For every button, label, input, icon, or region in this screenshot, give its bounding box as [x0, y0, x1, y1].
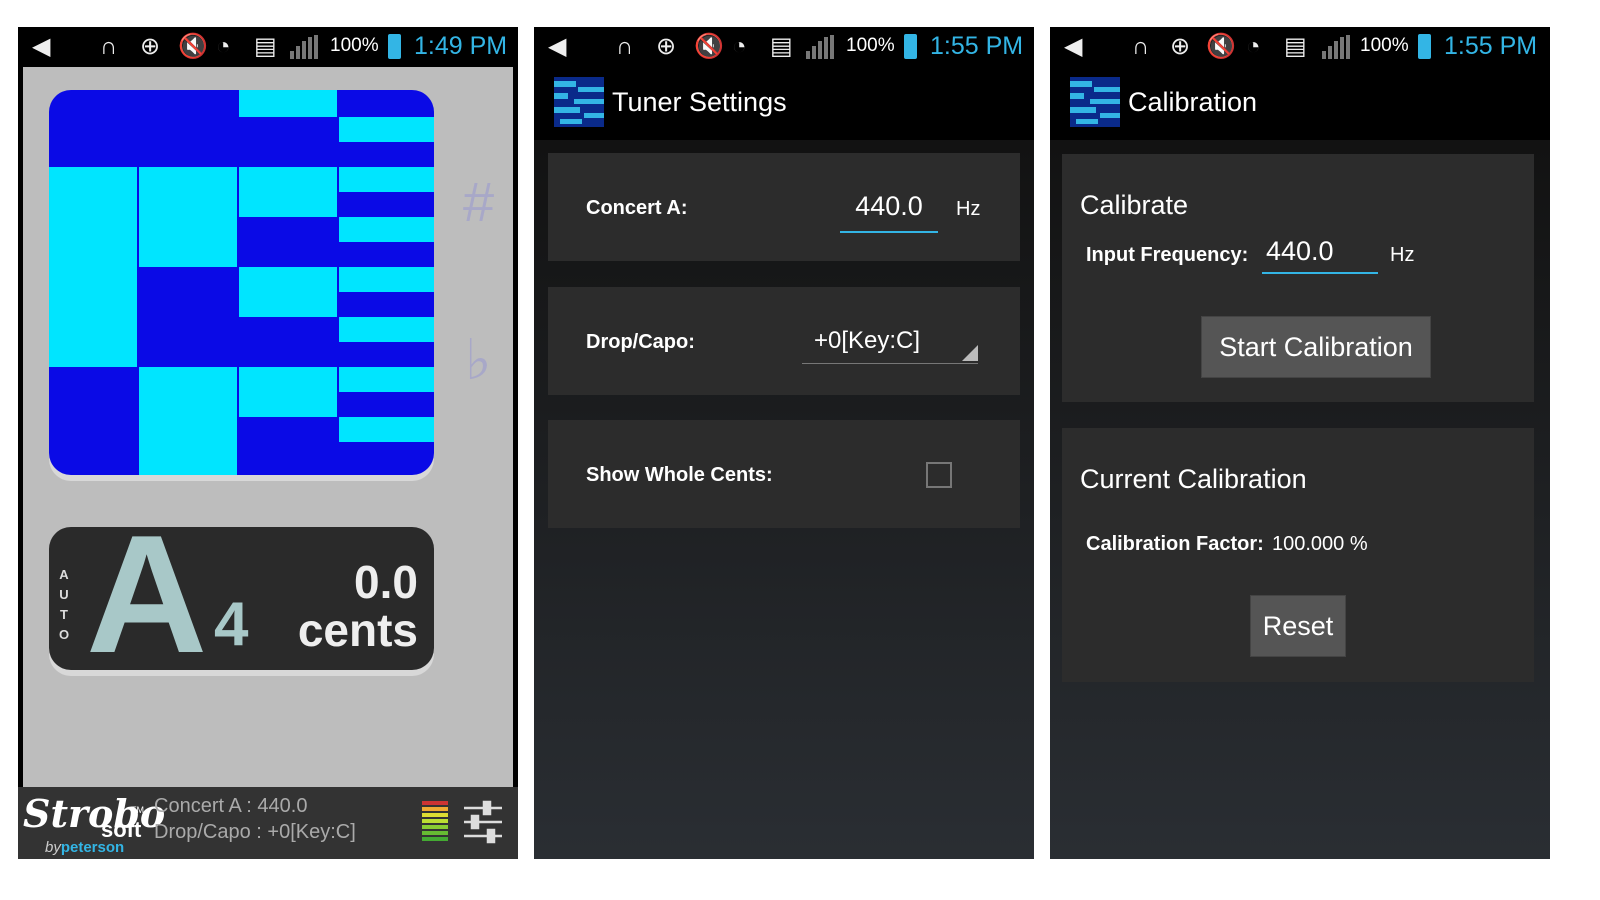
wifi-icon: ◔: [1246, 33, 1261, 60]
cents-value: 0.0: [354, 556, 418, 608]
tuner-settings-screen: ◀ ∩ ⊕ 🔇 ◔ ▤ 100% 1:55 PM Tuner Settings …: [534, 27, 1034, 859]
drop-capo-spinner[interactable]: +0[Key:C]: [802, 325, 978, 364]
input-level-meter: [422, 801, 448, 845]
start-calibration-button[interactable]: Start Calibration: [1201, 316, 1431, 378]
calibration-factor-label: Calibration Factor:: [1086, 533, 1264, 555]
note-octave: 4: [214, 590, 249, 659]
headphones-icon: ∩: [616, 33, 634, 60]
current-calibration-heading: Current Calibration: [1080, 464, 1307, 494]
show-whole-cents-checkbox[interactable]: [926, 462, 952, 488]
back-icon[interactable]: ◀: [548, 32, 566, 62]
gps-icon: ⊕: [656, 33, 677, 60]
app-icon[interactable]: [554, 77, 604, 127]
screen-title: Calibration: [1128, 87, 1258, 117]
note-name: A: [86, 500, 208, 688]
signal-icon: [290, 35, 320, 59]
show-whole-cents-label: Show Whole Cents:: [586, 464, 773, 486]
tuner-footer: Strobo TM soft bypeterson Concert A : 44…: [18, 787, 518, 859]
reset-button[interactable]: Reset: [1250, 595, 1346, 657]
clock: 1:49 PM: [414, 32, 508, 60]
calibrate-card: Calibrate Input Frequency: 440.0 Hz Star…: [1062, 154, 1534, 402]
show-whole-cents-card: Show Whole Cents:: [548, 420, 1020, 528]
mute-icon: 🔇: [178, 33, 208, 60]
battery-icon: [1418, 34, 1431, 59]
status-bar: ◀ ∩ ⊕ 🔇 ◔ ▤ 100% 1:55 PM: [1050, 27, 1550, 67]
signal-icon: [1322, 35, 1352, 59]
mute-icon: 🔇: [1206, 33, 1236, 60]
settings-content: Concert A: 440.0 Hz Drop/Capo: +0[Key:C]…: [534, 140, 1034, 859]
drop-capo-value: +0[Key:C]: [814, 327, 921, 354]
status-bar: ◀ ∩ ⊕ 🔇 ◔ ▤ 100% 1:49 PM: [18, 27, 518, 67]
concert-a-input[interactable]: 440.0: [840, 191, 938, 233]
dropdown-arrow-icon: [962, 345, 978, 361]
calibration-screen: ◀ ∩ ⊕ 🔇 ◔ ▤ 100% 1:55 PM Calibration Cal…: [1050, 27, 1550, 859]
signal-icon: [806, 35, 836, 59]
screen-title: Tuner Settings: [612, 87, 787, 117]
battery-percent: 100%: [846, 35, 895, 56]
wifi-icon: ◔: [732, 33, 747, 60]
back-icon[interactable]: ◀: [32, 32, 50, 62]
battery-icon: [904, 34, 917, 59]
clock: 1:55 PM: [930, 32, 1024, 60]
input-frequency-label: Input Frequency:: [1086, 244, 1249, 266]
tuner-screen: ◀ ∩ ⊕ 🔇 ◔ ▤ 100% 1:49 PM # ♭ AUTO A 4 0.…: [18, 27, 518, 859]
gps-icon: ⊕: [1170, 33, 1191, 60]
calibrate-heading: Calibrate: [1080, 190, 1189, 220]
concert-a-card: Concert A: 440.0 Hz: [548, 153, 1020, 261]
concert-a-unit: Hz: [956, 198, 981, 220]
strobosoft-logo: Strobo TM soft bypeterson: [23, 791, 166, 856]
calibration-content: Calibrate Input Frequency: 440.0 Hz Star…: [1050, 140, 1550, 859]
action-bar: Calibration: [1050, 67, 1550, 180]
concert-a-label: Concert A:: [586, 197, 688, 219]
drop-capo-label: Drop/Capo:: [586, 331, 695, 353]
headphones-icon: ∩: [1132, 33, 1150, 60]
action-bar: Tuner Settings: [534, 67, 1034, 180]
app-icon[interactable]: [1070, 77, 1120, 127]
input-frequency-unit: Hz: [1390, 244, 1415, 266]
strobe-display: [49, 90, 434, 475]
auto-mode-label[interactable]: AUTO: [57, 565, 71, 645]
battery-percent: 100%: [1360, 35, 1409, 56]
settings-sliders-icon[interactable]: [462, 799, 504, 845]
sim-icon: ▤: [770, 33, 793, 60]
cents-label: cents: [297, 604, 418, 656]
calibration-factor-value: 100.000 %: [1272, 533, 1368, 555]
headphones-icon: ∩: [100, 33, 118, 60]
footer-concert-a: Concert A : 440.0: [154, 795, 308, 817]
gps-icon: ⊕: [140, 33, 161, 60]
back-icon[interactable]: ◀: [1064, 32, 1082, 62]
sharp-indicator: #: [463, 170, 495, 233]
clock: 1:55 PM: [1444, 32, 1538, 60]
battery-percent: 100%: [330, 35, 379, 56]
input-frequency-input[interactable]: 440.0: [1262, 236, 1378, 274]
footer-drop-capo: Drop/Capo : +0[Key:C]: [154, 821, 356, 843]
sim-icon: ▤: [1284, 33, 1307, 60]
status-bar: ◀ ∩ ⊕ 🔇 ◔ ▤ 100% 1:55 PM: [534, 27, 1034, 67]
wifi-icon: ◔: [216, 33, 231, 60]
mute-icon: 🔇: [694, 33, 724, 60]
flat-indicator: ♭: [465, 328, 492, 391]
drop-capo-card: Drop/Capo: +0[Key:C]: [548, 287, 1020, 395]
current-calibration-card: Current Calibration Calibration Factor: …: [1062, 428, 1534, 682]
battery-icon: [388, 34, 401, 59]
sim-icon: ▤: [254, 33, 277, 60]
note-display: AUTO A 4 0.0 cents: [49, 509, 434, 679]
